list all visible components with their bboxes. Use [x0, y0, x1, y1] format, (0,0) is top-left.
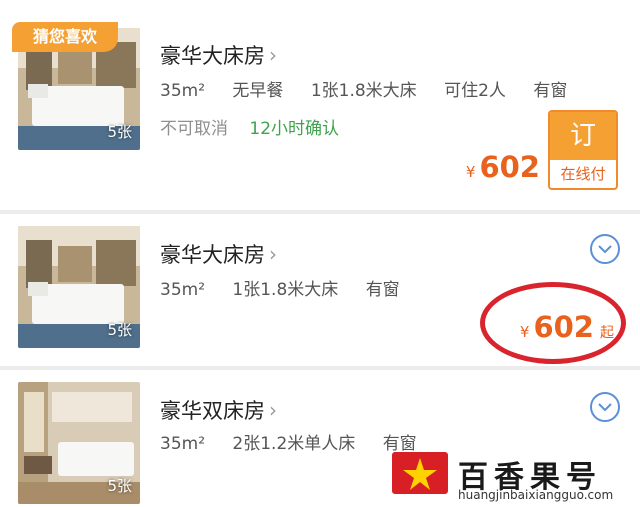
room-photo[interactable]: 5张: [18, 226, 140, 348]
expand-toggle-icon[interactable]: [590, 392, 620, 422]
spec-bed: 1张1.8米大床: [232, 280, 339, 300]
confirm-policy: 12小时确认: [249, 119, 340, 139]
book-label: 订: [550, 112, 616, 160]
room-specs: 35m² 无早餐 1张1.8米大床 可住2人 有窗: [160, 76, 589, 101]
highlight-circle: [480, 282, 626, 364]
spec-breakfast: 无早餐: [232, 81, 284, 101]
photo-count: 5张: [107, 477, 132, 495]
spec-area: 35m²: [160, 434, 206, 454]
room-photo[interactable]: 5张: [18, 382, 140, 504]
spec-area: 35m²: [160, 81, 206, 101]
room-name[interactable]: 豪华双床房 ›: [160, 395, 277, 425]
spec-bed: 2张1.2米单人床: [232, 434, 356, 454]
cancel-policy: 不可取消: [160, 119, 228, 139]
spec-window: 有窗: [533, 81, 568, 101]
price-amount: 602: [479, 150, 540, 184]
spec-window: 有窗: [365, 280, 400, 300]
watermark-url: huangjinbaixiangguo.com: [458, 488, 614, 502]
watermark-logo: [392, 452, 448, 494]
book-button[interactable]: 订 在线付: [548, 110, 618, 190]
photo-count: 5张: [107, 123, 132, 141]
recommend-badge: 猜您喜欢: [12, 22, 118, 52]
currency-symbol: ¥: [465, 163, 476, 181]
photo-count: 5张: [107, 321, 132, 339]
spec-bed: 1张1.8米大床: [310, 81, 417, 101]
watermark: 百香果号 huangjinbaixiangguo.com: [392, 450, 632, 502]
spec-occupancy: 可住2人: [444, 81, 506, 101]
room-specs: 35m² 1张1.8米大床 有窗: [160, 275, 422, 300]
expand-toggle-icon[interactable]: [590, 234, 620, 264]
room-name[interactable]: 豪华大床房 ›: [160, 40, 277, 70]
room-name[interactable]: 豪华大床房 ›: [160, 239, 277, 269]
chevron-right-icon: ›: [269, 242, 277, 266]
spec-area: 35m²: [160, 280, 206, 300]
room-policy: 不可取消 12小时确认: [160, 114, 339, 139]
room-card-1[interactable]: 猜您喜欢 5张 豪华大床房 › 35m² 无早餐 1张1.8米大床 可住2人 有窗…: [0, 0, 640, 210]
chevron-right-icon: ›: [269, 43, 277, 67]
chevron-right-icon: ›: [269, 398, 277, 422]
room-price: ¥602: [466, 150, 540, 184]
pay-online-label: 在线付: [560, 165, 606, 183]
